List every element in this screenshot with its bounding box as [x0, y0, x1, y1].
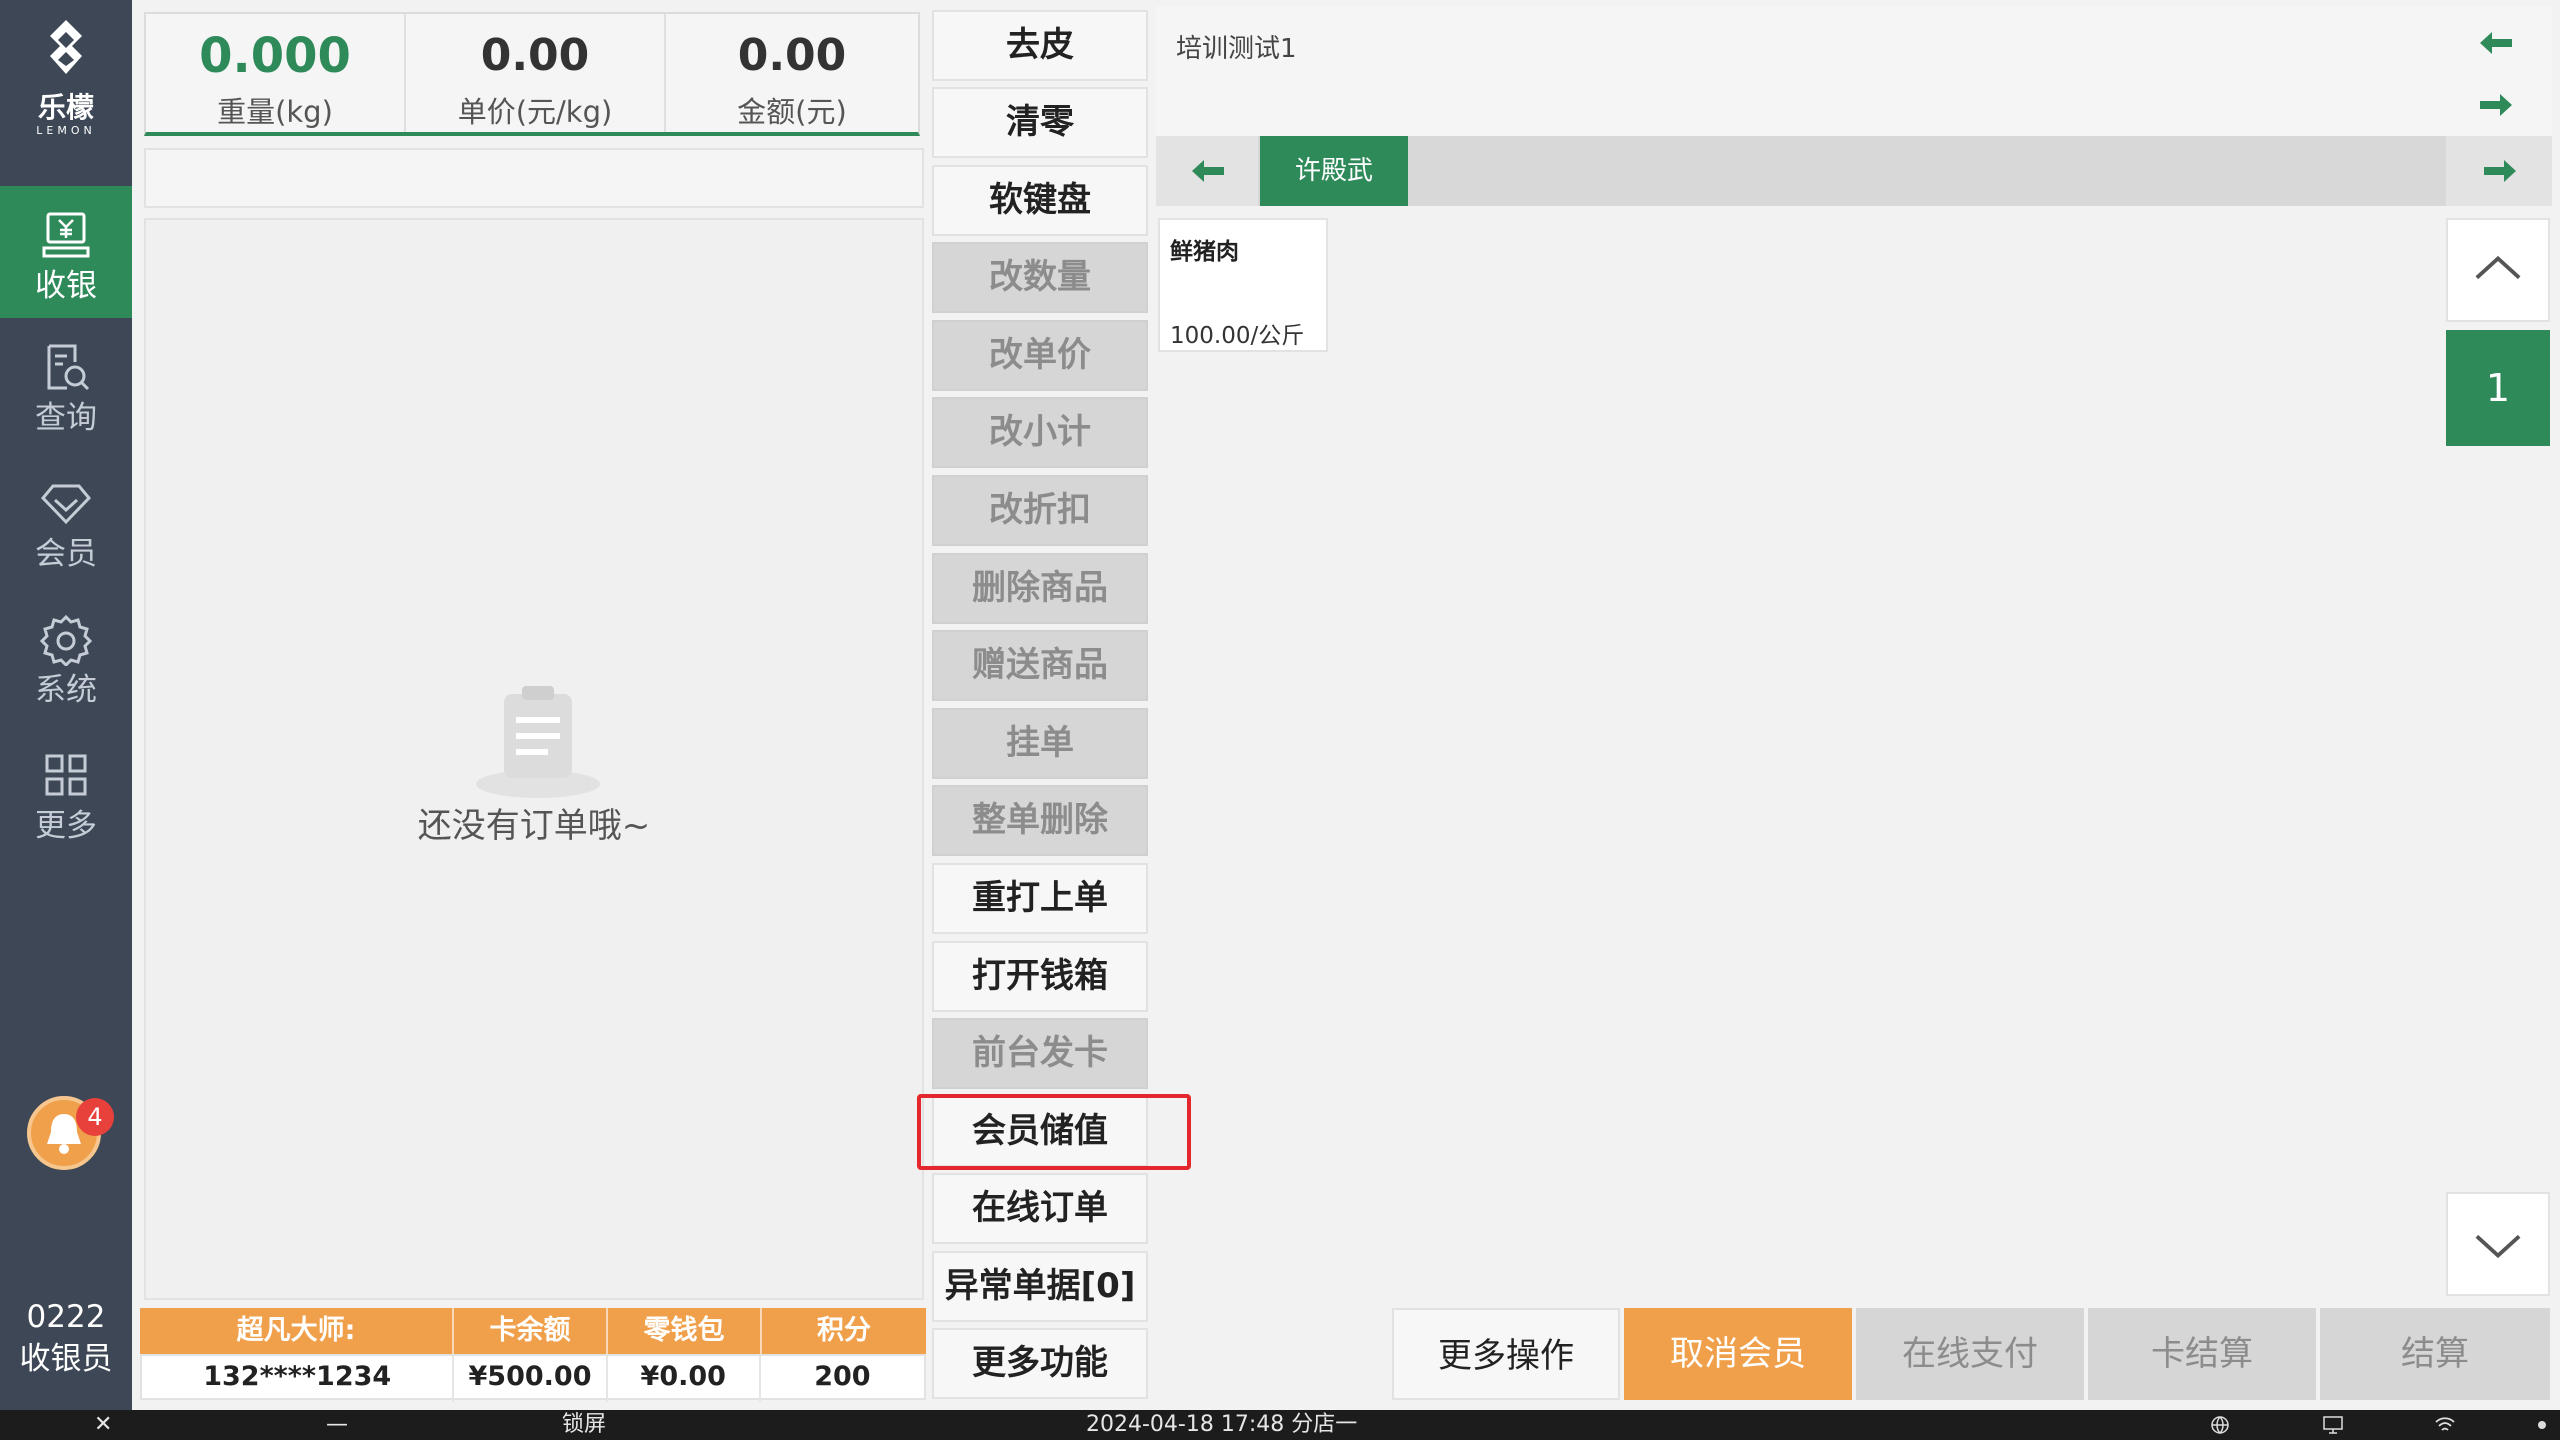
unit-price-cell: 0.00 单价(元/kg): [404, 14, 664, 132]
delete-item-button[interactable]: 删除商品: [932, 553, 1148, 624]
scale-panel: 0.000 重量(kg) 0.00 单价(元/kg) 0.00 金额(元): [144, 12, 920, 136]
cashier-role: 收银员: [19, 1341, 113, 1377]
abnormal-documents-button[interactable]: 异常单据[0]: [932, 1251, 1148, 1322]
wallet-value: ¥0.00: [608, 1356, 761, 1402]
cashier-id: 0222: [26, 1299, 106, 1335]
member-value-row: 132****1234 ¥500.00 ¥0.00 200: [140, 1354, 926, 1402]
reprint-last-button[interactable]: 重打上单: [932, 863, 1148, 934]
nav-item-more[interactable]: 更多: [0, 726, 132, 858]
globe-icon[interactable]: [2210, 1415, 2230, 1435]
weight-value: 0.000: [199, 28, 351, 84]
hold-order-button[interactable]: 挂单: [932, 708, 1148, 779]
product-price: 100.00/公斤: [1170, 323, 1305, 349]
nav-item-cashier[interactable]: 收银: [0, 186, 132, 318]
cashier-info: 0222 收银员: [0, 1296, 132, 1380]
current-page[interactable]: 1: [2446, 330, 2550, 446]
tab-scroll-right[interactable]: [2446, 136, 2552, 206]
cashier-register-icon: [42, 212, 90, 258]
open-cash-drawer-button[interactable]: 打开钱箱: [932, 941, 1148, 1012]
brand-logo: 乐檬 LEMON: [0, 18, 132, 148]
status-dot-icon: [2538, 1421, 2546, 1429]
delete-whole-order-button[interactable]: 整单删除: [932, 785, 1148, 856]
card-checkout-button[interactable]: 卡结算: [2088, 1308, 2316, 1400]
card-balance-header: 卡余额: [454, 1308, 608, 1354]
tare-button[interactable]: 去皮: [932, 10, 1148, 81]
change-quantity-button[interactable]: 改数量: [932, 242, 1148, 313]
empty-order-text: 还没有订单哦~: [417, 806, 651, 846]
notification-count-badge: 4: [76, 1098, 114, 1136]
arrow-left-icon: [1192, 160, 1224, 182]
change-discount-button[interactable]: 改折扣: [932, 475, 1148, 546]
arrow-left-icon[interactable]: [2476, 28, 2516, 58]
category-header: 培训测试1: [1156, 6, 2552, 136]
chevron-down-icon: [2475, 1234, 2521, 1259]
weight-label: 重量(kg): [217, 95, 333, 129]
nav-label: 查询: [35, 400, 97, 436]
monitor-icon[interactable]: [2322, 1415, 2344, 1435]
taskbar: ✕ — 锁屏 2024-04-18 17:48 分店一: [0, 1410, 2560, 1440]
unit-price-value: 0.00: [480, 30, 590, 81]
nav-label: 收银: [35, 268, 97, 304]
card-balance-value: ¥500.00: [454, 1356, 608, 1402]
cancel-member-button[interactable]: 取消会员: [1624, 1308, 1852, 1400]
nav-label: 系统: [35, 672, 97, 708]
amount-cell: 0.00 金额(元): [664, 14, 918, 132]
nav-item-system[interactable]: 系统: [0, 590, 132, 722]
brand-name-cn: 乐檬: [37, 91, 94, 124]
product-card[interactable]: 鲜猪肉 100.00/公斤: [1158, 218, 1328, 352]
points-value: 200: [814, 1361, 871, 1392]
gear-icon: [39, 614, 93, 666]
chevron-up-icon: [2475, 255, 2521, 280]
brand-name-en: LEMON: [36, 124, 96, 137]
weight-cell: 0.000 重量(kg): [146, 14, 404, 132]
lock-screen-button[interactable]: 锁屏: [562, 1410, 606, 1440]
minimize-icon[interactable]: —: [326, 1410, 348, 1440]
checkout-button[interactable]: 结算: [2320, 1308, 2550, 1400]
member-recharge-button[interactable]: 会员储值: [932, 1096, 1148, 1167]
sidebar: 乐檬 LEMON 收银 查询 会员 系统 更多 4 0222 收银员: [0, 0, 132, 1410]
online-orders-button[interactable]: 在线订单: [932, 1173, 1148, 1244]
member-level-header: 超凡大师:: [140, 1308, 454, 1354]
page-up-button[interactable]: [2446, 218, 2550, 322]
search-document-icon: [47, 344, 90, 391]
more-functions-button[interactable]: 更多功能: [932, 1328, 1148, 1399]
amount-value: 0.00: [737, 30, 847, 81]
change-unit-price-button[interactable]: 改单价: [932, 320, 1148, 391]
gift-item-button[interactable]: 赠送商品: [932, 630, 1148, 701]
diamond-icon: [40, 484, 92, 525]
more-operations-button[interactable]: 更多操作: [1392, 1308, 1620, 1400]
arrow-right-icon: [2484, 160, 2516, 182]
points-header: 积分: [817, 1315, 871, 1346]
product-name: 鲜猪肉: [1170, 239, 1239, 265]
tab-category-active[interactable]: 许殿武: [1260, 136, 1408, 206]
wifi-icon[interactable]: [2434, 1415, 2456, 1435]
tab-scroll-left[interactable]: [1156, 136, 1258, 206]
soft-keyboard-button[interactable]: 软键盘: [932, 165, 1148, 236]
online-pay-button[interactable]: 在线支付: [1856, 1308, 2084, 1400]
category-title: 培训测试1: [1176, 34, 1297, 64]
member-phone: 132****1234: [142, 1356, 455, 1402]
zero-button[interactable]: 清零: [932, 87, 1148, 158]
order-list: 还没有订单哦~: [144, 218, 924, 1300]
grid-icon: [45, 754, 87, 796]
nav-item-member[interactable]: 会员: [0, 454, 132, 586]
nav-item-query[interactable]: 查询: [0, 318, 132, 450]
order-header-strip: [144, 148, 924, 208]
close-icon[interactable]: ✕: [94, 1410, 112, 1440]
member-header-row: 超凡大师: 卡余额 零钱包 积分: [140, 1308, 926, 1354]
nav-label: 更多: [35, 808, 97, 844]
unit-price-label: 单价(元/kg): [457, 95, 613, 129]
lemon-logo-icon: [50, 20, 82, 74]
datetime-store: 2024-04-18 17:48 分店一: [1086, 1412, 1358, 1437]
nav-label: 会员: [35, 536, 97, 572]
wallet-header: 零钱包: [608, 1308, 762, 1354]
issue-card-button[interactable]: 前台发卡: [932, 1018, 1148, 1089]
member-info-table: 超凡大师: 卡余额 零钱包 积分 132****1234 ¥500.00 ¥0.…: [140, 1308, 926, 1402]
page-down-button[interactable]: [2446, 1192, 2550, 1296]
amount-label: 金额(元): [737, 95, 847, 129]
arrow-right-icon[interactable]: [2476, 90, 2516, 120]
empty-clipboard-icon: [476, 686, 600, 798]
change-subtotal-button[interactable]: 改小计: [932, 397, 1148, 468]
